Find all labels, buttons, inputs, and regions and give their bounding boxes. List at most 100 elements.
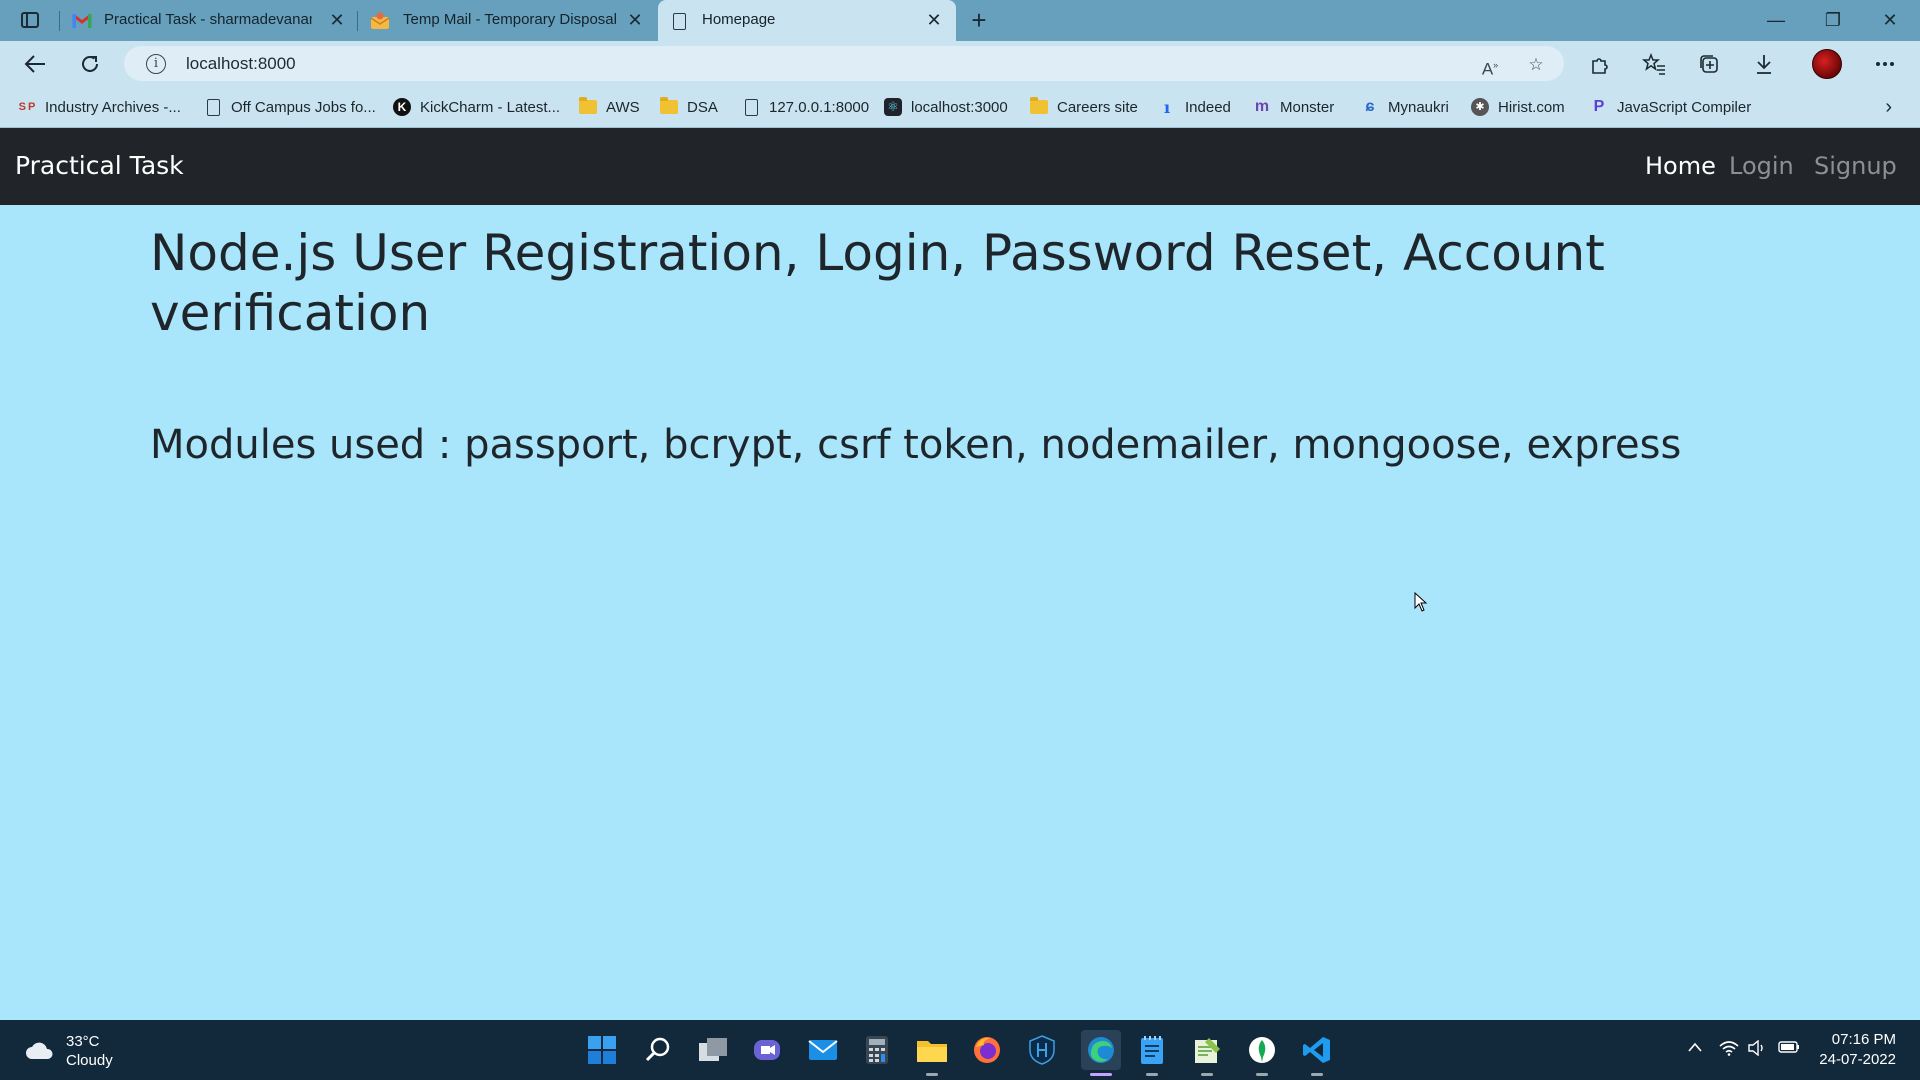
search-icon[interactable] (642, 1034, 674, 1066)
modules-text: Modules used : passport, bcrypt, csrf to… (150, 422, 1682, 468)
chevron-up-icon[interactable] (1684, 1040, 1706, 1060)
mouse-cursor-icon (1414, 591, 1428, 617)
read-aloud-icon[interactable]: A» (1478, 53, 1502, 79)
close-tab-icon[interactable]: ✕ (326, 9, 348, 31)
site-brand[interactable]: Practical Task (15, 151, 184, 180)
page-icon (742, 98, 760, 116)
folder-icon (660, 97, 678, 116)
folder-icon (579, 97, 597, 116)
address-bar[interactable]: i localhost:8000 A» ☆ (124, 46, 1564, 81)
bookmark-monster[interactable]: m Monster (1253, 96, 1334, 118)
collections-icon[interactable] (1694, 49, 1724, 79)
bookmark-kickcharm[interactable]: K KickCharm - Latest... (393, 96, 560, 118)
teams-chat-icon[interactable] (751, 1034, 783, 1066)
windows-start-icon[interactable] (586, 1034, 618, 1066)
bookmark-folder-dsa[interactable]: DSA (660, 96, 718, 118)
weather-temp: 33°C (66, 1033, 100, 1050)
main-content: Node.js User Registration, Login, Passwo… (150, 205, 1770, 469)
back-button[interactable] (20, 49, 50, 79)
bookmark-indeed[interactable]: ı Indeed (1158, 96, 1231, 118)
bookmark-mynaukri[interactable]: ɕ Mynaukri (1361, 96, 1449, 118)
monster-icon: m (1254, 98, 1270, 115)
cloud-icon (26, 1042, 53, 1059)
bookmarks-bar: SP Industry Archives -... Off Campus Job… (0, 86, 1920, 128)
firefox-icon[interactable] (971, 1034, 1003, 1066)
notepad-icon[interactable] (1136, 1034, 1168, 1066)
tab-separator (357, 11, 358, 31)
nav-login-link[interactable]: Login (1729, 152, 1794, 180)
tab-title: Homepage (702, 11, 776, 28)
site-navbar: Practical Task Home Login Signup (0, 128, 1920, 205)
tab-actions-icon[interactable] (18, 10, 42, 30)
chevron-right-icon[interactable]: › (1885, 96, 1892, 119)
downloads-icon[interactable] (1749, 49, 1779, 79)
bookmark-industry-archives[interactable]: SP Industry Archives -... (18, 96, 181, 118)
tab-title: Temp Mail - Temporary Disposab (403, 11, 616, 28)
mail-icon[interactable] (807, 1034, 839, 1066)
vscode-icon[interactable] (1301, 1034, 1333, 1066)
notepad-plus-plus-icon[interactable] (1191, 1034, 1223, 1066)
running-indicator (1146, 1073, 1158, 1076)
browser-toolbar: i localhost:8000 A» ☆ (0, 41, 1920, 86)
running-indicator (926, 1073, 938, 1076)
nav-home-link[interactable]: Home (1645, 152, 1716, 180)
edge-icon[interactable] (1081, 1030, 1121, 1070)
bookmark-hirist[interactable]: ✱ Hirist.com (1471, 96, 1565, 118)
bookmark-folder-careers-site[interactable]: Careers site (1030, 96, 1138, 118)
refresh-button[interactable] (75, 49, 105, 79)
file-explorer-icon[interactable] (916, 1034, 948, 1066)
kickcharm-icon: K (393, 98, 411, 116)
bookmark-127-0-0-1[interactable]: 127.0.0.1:8000 (742, 96, 869, 118)
close-window-button[interactable]: ✕ (1870, 6, 1910, 34)
browser-tab-strip: Practical Task - sharmadevanand ✕ Temp M… (0, 0, 1920, 41)
extensions-icon[interactable] (1584, 49, 1614, 79)
running-indicator (1201, 1073, 1213, 1076)
clock-date: 24-07-2022 (1819, 1051, 1896, 1068)
bookmark-label: DSA (687, 98, 718, 116)
profile-avatar[interactable] (1812, 49, 1842, 79)
bookmark-label: Hirist.com (1498, 98, 1565, 116)
close-tab-icon[interactable]: ✕ (624, 9, 646, 31)
close-tab-icon[interactable]: ✕ (923, 9, 945, 31)
battery-icon[interactable] (1778, 1040, 1800, 1060)
mongodb-compass-icon[interactable] (1246, 1034, 1278, 1066)
temp-mail-icon (370, 11, 390, 31)
sp-icon: SP (18, 101, 36, 113)
bookmark-javascript-compiler[interactable]: P JavaScript Compiler (1590, 96, 1752, 118)
add-favorite-icon[interactable]: ☆ (1524, 53, 1548, 77)
bookmark-folder-aws[interactable]: AWS (579, 96, 640, 118)
bookmark-label: Industry Archives -... (45, 98, 181, 116)
restore-button[interactable]: ❐ (1813, 6, 1853, 34)
app-shield-icon[interactable] (1026, 1034, 1058, 1066)
bookmark-off-campus-jobs[interactable]: Off Campus Jobs fo... (204, 96, 376, 118)
naukri-icon: ɕ (1365, 98, 1375, 115)
site-info-icon[interactable]: i (146, 54, 166, 74)
hirist-icon: ✱ (1471, 98, 1489, 116)
new-tab-button[interactable]: + (966, 7, 992, 33)
address-url[interactable]: localhost:8000 (186, 54, 296, 74)
page-icon (204, 98, 222, 116)
running-indicator (1311, 1073, 1323, 1076)
calculator-icon[interactable] (861, 1034, 893, 1066)
bookmark-label: AWS (606, 98, 640, 116)
minimize-button[interactable]: — (1756, 6, 1796, 34)
weather-widget[interactable]: 33°C Cloudy (24, 1032, 113, 1070)
gmail-icon (72, 11, 92, 31)
system-clock[interactable]: 07:16 PM 24-07-2022 (1819, 1030, 1896, 1070)
wifi-icon[interactable] (1718, 1040, 1740, 1060)
nav-signup-link[interactable]: Signup (1814, 152, 1897, 180)
bookmark-label: Indeed (1185, 98, 1231, 116)
active-indicator (1090, 1073, 1112, 1076)
running-indicator (1256, 1073, 1268, 1076)
tab-practical-task[interactable]: Practical Task - sharmadevanand ✕ (62, 0, 352, 41)
folder-icon (1030, 97, 1048, 116)
page-icon (669, 11, 689, 31)
tab-temp-mail[interactable]: Temp Mail - Temporary Disposab ✕ (360, 0, 656, 41)
bookmark-localhost-3000[interactable]: ⚛ localhost:3000 (884, 96, 1008, 118)
tab-separator (59, 11, 60, 31)
favorites-icon[interactable] (1639, 49, 1669, 79)
more-options-icon[interactable] (1870, 49, 1900, 79)
task-view-icon[interactable] (697, 1034, 729, 1066)
volume-icon[interactable] (1746, 1039, 1768, 1060)
tab-homepage[interactable]: Homepage ✕ (658, 0, 956, 41)
